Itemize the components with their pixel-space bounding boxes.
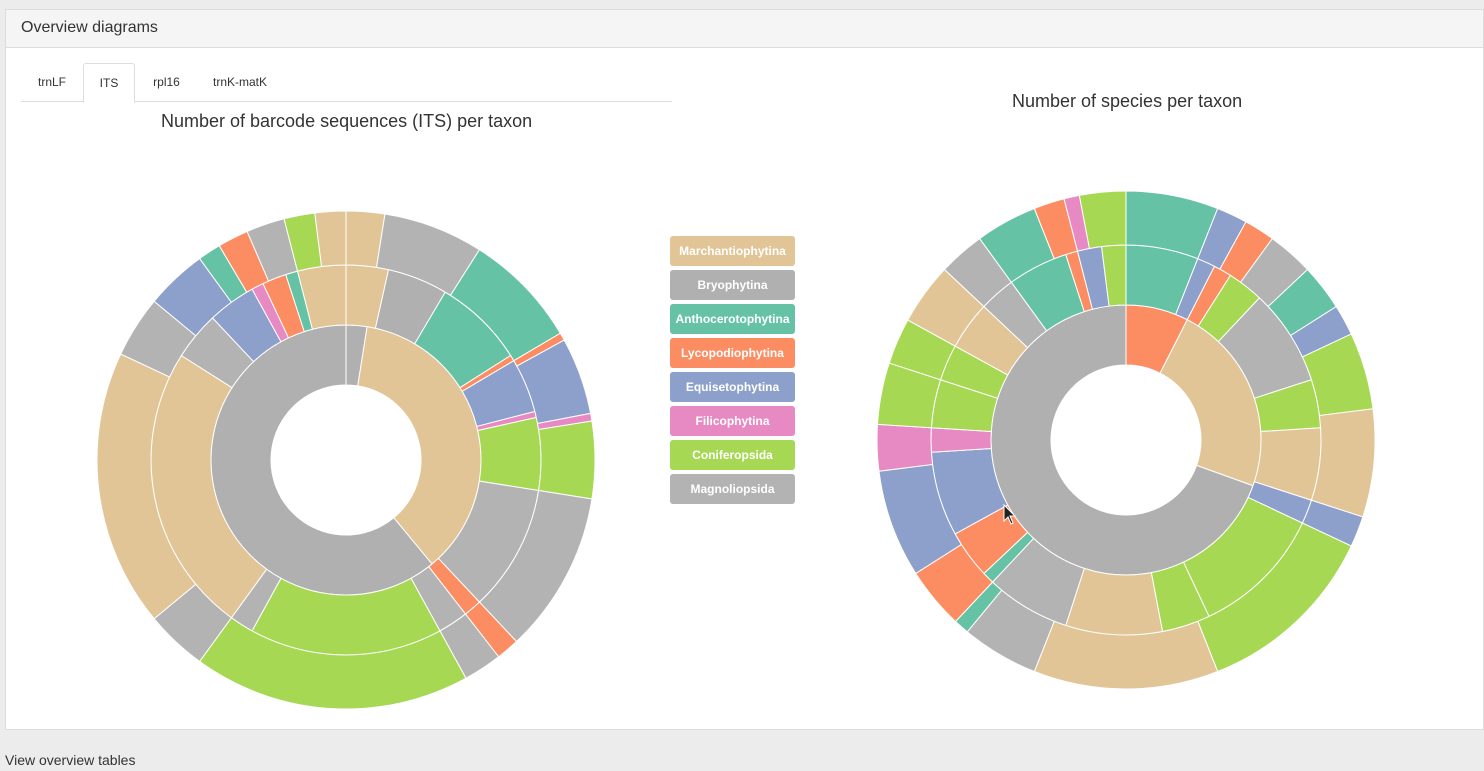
marker-tabs: trnLF ITS rpl16 trnK-matK — [21, 63, 672, 103]
sunburst-segment-coniferopsida[interactable] — [538, 420, 596, 500]
mouse-cursor-icon — [1003, 504, 1017, 525]
legend-item-coniferopsida[interactable]: Coniferopsida — [670, 440, 795, 470]
legend-item-marchantiophytina[interactable]: Marchantiophytina — [670, 236, 795, 266]
tab-its[interactable]: ITS — [83, 63, 135, 103]
species-sunburst-chart — [876, 190, 1376, 690]
taxon-legend: Marchantiophytina Bryophytina Anthocerot… — [670, 236, 795, 508]
panel-heading: Overview diagrams — [6, 10, 1483, 48]
legend-item-filicophytina[interactable]: Filicophytina — [670, 406, 795, 436]
species-chart-title: Number of species per taxon — [1012, 91, 1243, 111]
its-sunburst-chart — [96, 210, 596, 710]
legend-item-equisetophytina[interactable]: Equisetophytina — [670, 372, 795, 402]
view-overview-tables-link[interactable]: View overview tables — [5, 752, 135, 768]
sunburst-segment-marchantiophytina[interactable] — [1310, 408, 1376, 518]
legend-item-bryophytina[interactable]: Bryophytina — [670, 270, 795, 300]
tab-rpl16[interactable]: rpl16 — [139, 63, 194, 102]
tab-trnk-matk[interactable]: trnK-matK — [199, 63, 281, 102]
sunburst-segment-filicophytina[interactable] — [876, 423, 934, 472]
its-chart-title: Number of barcode sequences (ITS) per ta… — [161, 111, 533, 131]
legend-item-anthocerotophytina[interactable]: Anthocerotophytina — [670, 304, 795, 334]
legend-item-lycopodiophytina[interactable]: Lycopodiophytina — [670, 338, 795, 368]
legend-item-magnoliopsida[interactable]: Magnoliopsida — [670, 474, 795, 504]
panel-title: Overview diagrams — [21, 19, 158, 36]
tab-trnlf[interactable]: trnLF — [21, 63, 83, 102]
sunburst-segment-coniferopsida[interactable] — [477, 416, 542, 492]
